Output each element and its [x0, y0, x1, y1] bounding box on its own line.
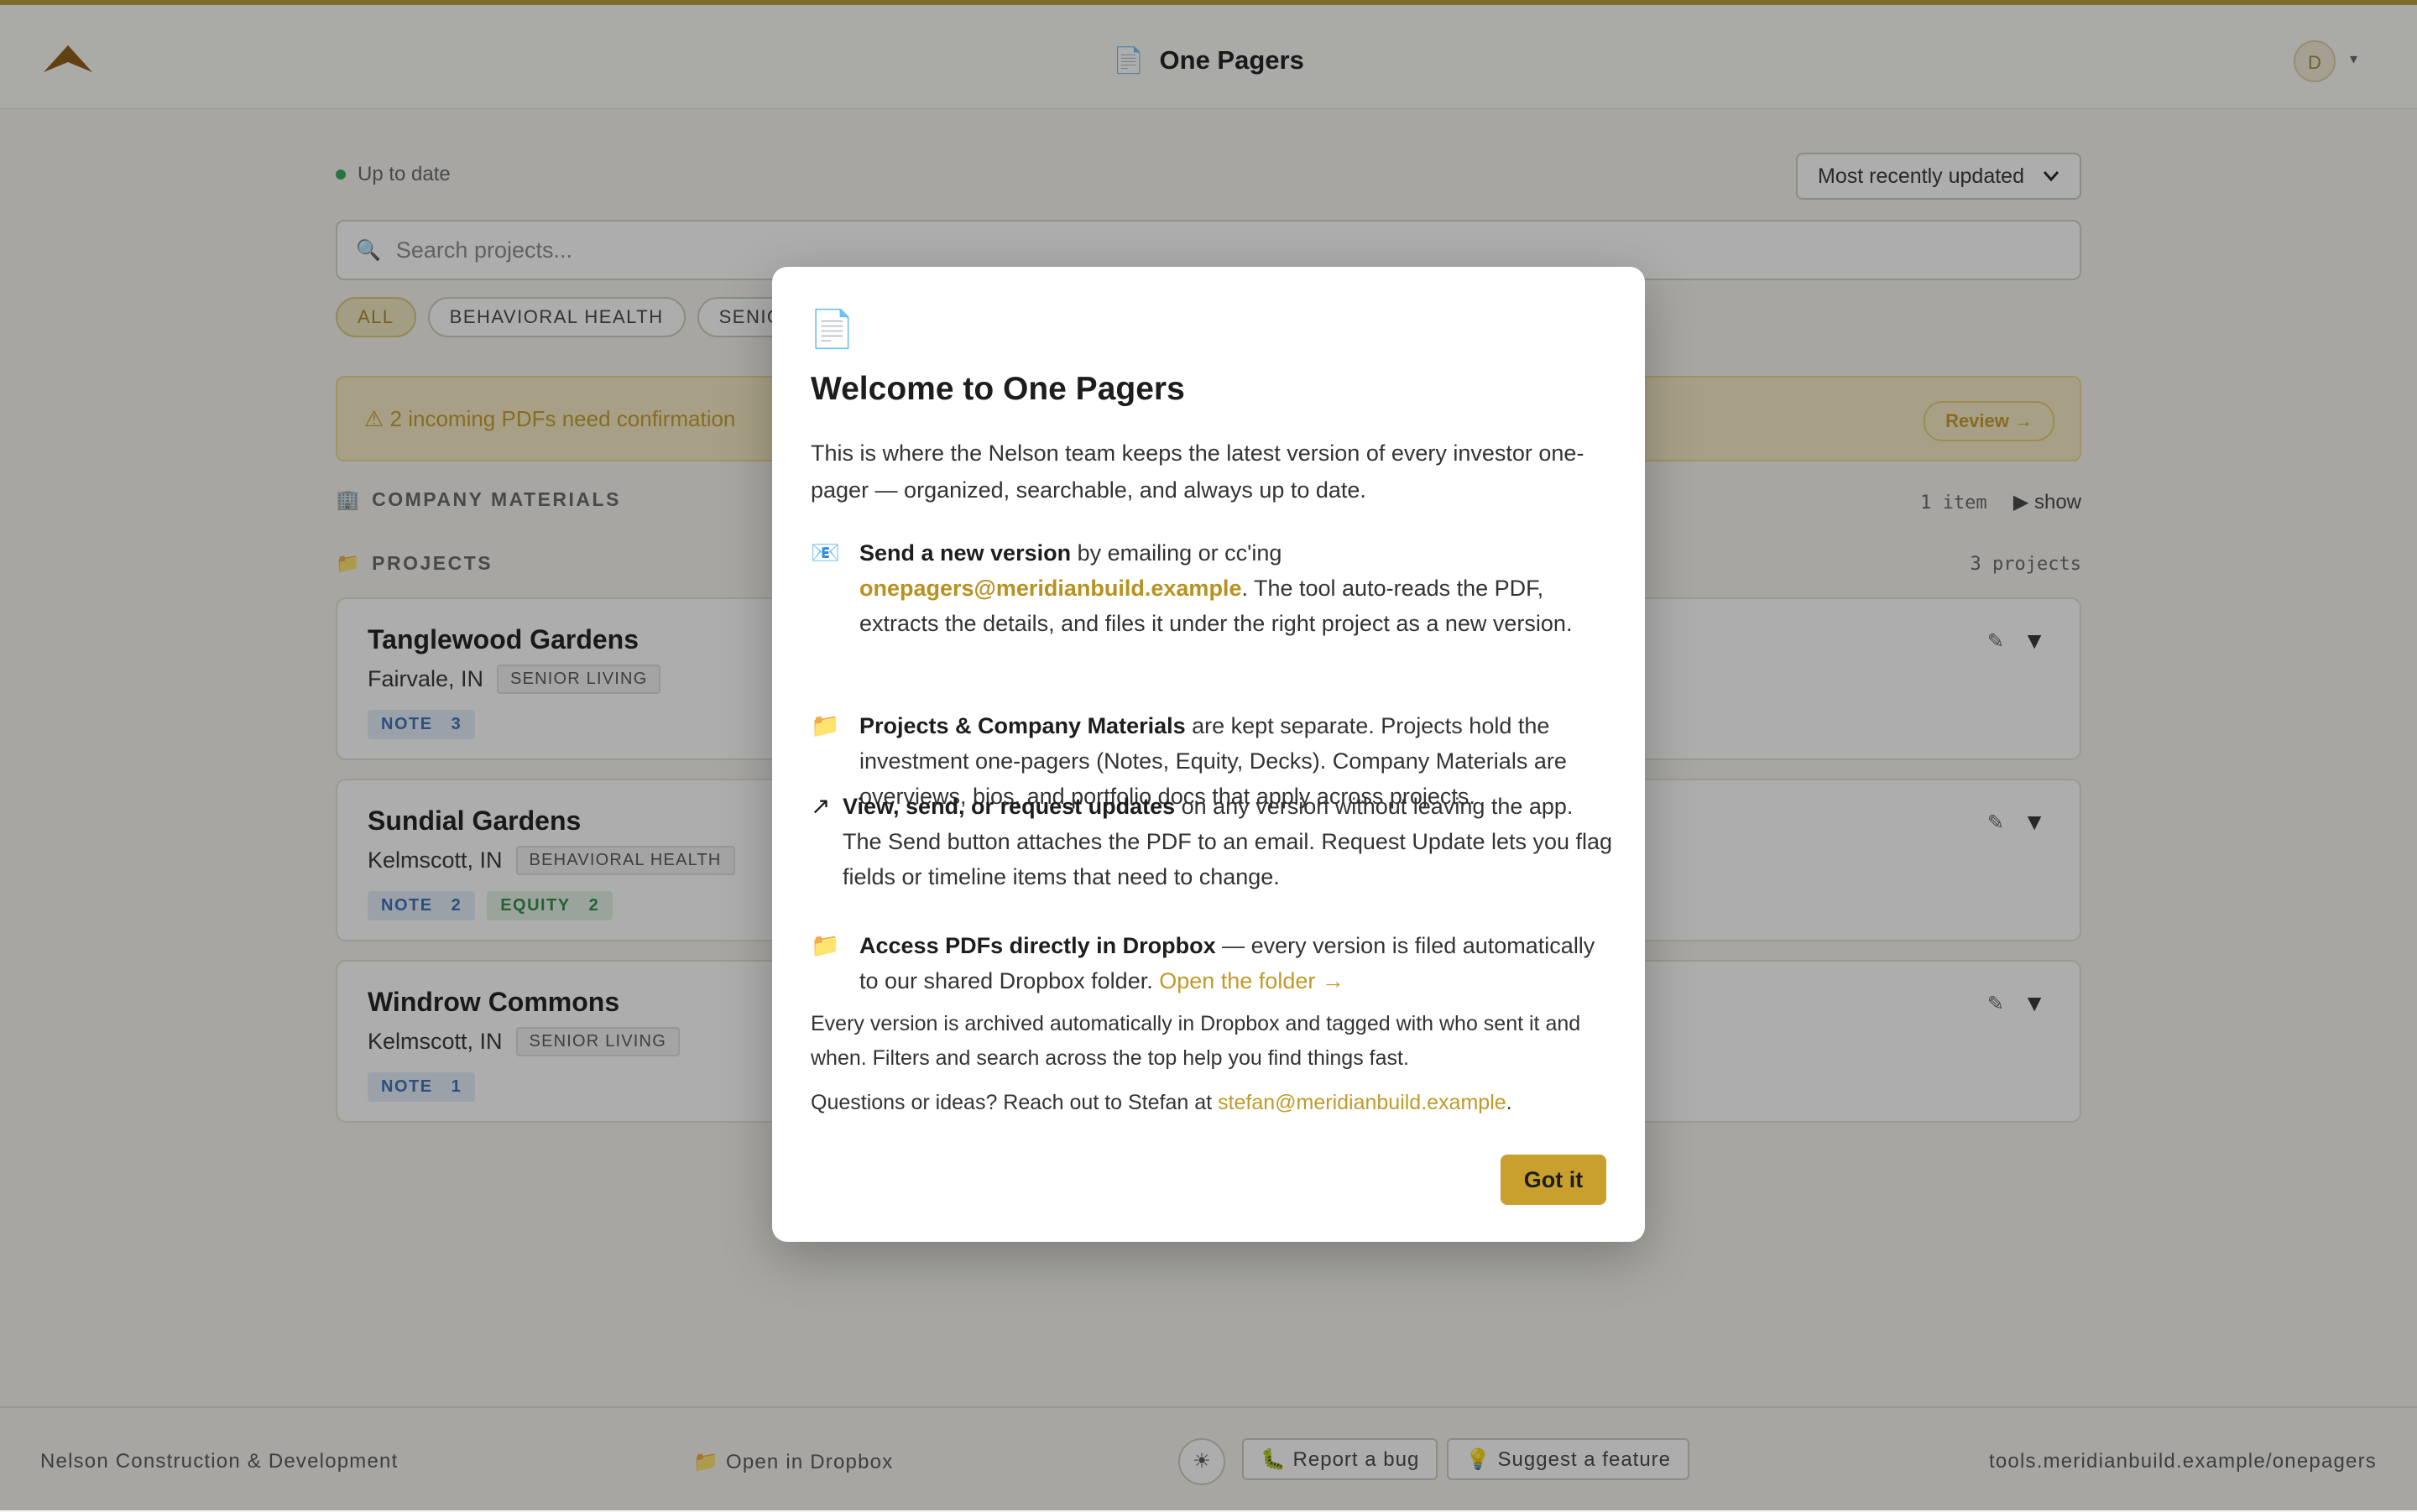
tip-view-send-updates: ↗ View, send, or request updates on any …	[811, 789, 1616, 894]
contact-note: Questions or ideas? Reach out to Stefan …	[811, 1091, 1512, 1114]
archive-note: Every version is archived automatically …	[811, 1012, 1581, 1070]
onepagers-email-link[interactable]: onepagers@meridianbuild.example	[859, 576, 1241, 601]
modal-title: Welcome to One Pagers	[811, 371, 1185, 407]
got-it-button[interactable]: Got it	[1501, 1155, 1606, 1205]
folder-icon: 📁	[811, 932, 840, 958]
welcome-modal: 📄 Welcome to One Pagers This is where th…	[772, 267, 1645, 1242]
document-icon: 📄	[809, 309, 855, 350]
tip-send-version: 📧 Send a new version by emailing or cc'i…	[811, 535, 1616, 641]
modal-intro: This is where the Nelson team keeps the …	[811, 441, 1584, 503]
email-icon: 📧	[811, 540, 840, 566]
contact-email-link[interactable]: stefan@meridianbuild.example	[1218, 1091, 1506, 1114]
open-folder-link[interactable]: Open the folder →	[1159, 968, 1344, 993]
external-arrow-icon: ↗	[811, 793, 831, 819]
tip-dropbox: 📁 Access PDFs directly in Dropbox — ever…	[811, 928, 1616, 998]
